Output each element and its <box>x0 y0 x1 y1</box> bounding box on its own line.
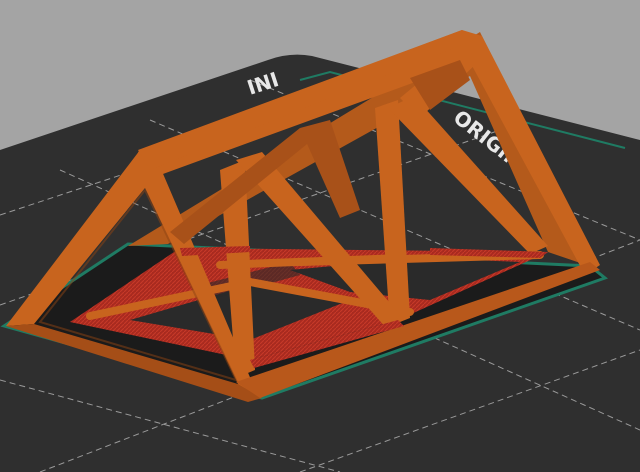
3d-viewport[interactable]: INI ORIGINAL <box>0 0 640 472</box>
